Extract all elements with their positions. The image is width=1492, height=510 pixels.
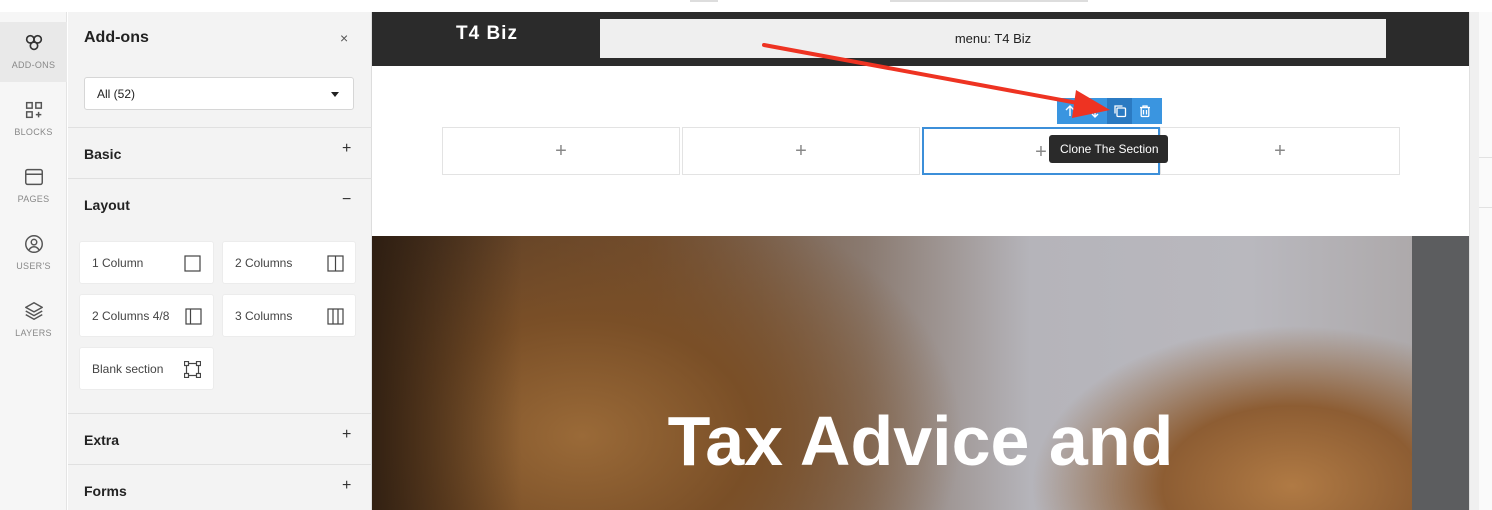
divider — [1479, 157, 1492, 158]
move-up-button[interactable] — [1057, 98, 1082, 124]
icon-rail: ADD-ONS BLOCKS PAGES USER'S LAYERS — [0, 12, 67, 510]
rail-item-addons[interactable]: ADD-ONS — [0, 22, 67, 82]
two-columns-icon — [327, 255, 344, 272]
rail-label: ADD-ONS — [11, 60, 56, 70]
move-button[interactable] — [1082, 98, 1107, 124]
trash-icon — [1139, 105, 1150, 118]
right-gutter — [1479, 12, 1492, 510]
add-element-icon: + — [1274, 140, 1286, 162]
expand-icon: + — [342, 140, 352, 157]
expand-icon: + — [342, 426, 352, 443]
addons-panel: Add-ons × All (52) Basic + Layout − 1 Co… — [68, 12, 372, 510]
category-name: Layout — [84, 197, 130, 213]
three-columns-icon — [327, 308, 344, 325]
category-basic[interactable]: Basic + — [68, 127, 372, 178]
layout-tile-2-columns[interactable]: 2 Columns — [222, 241, 356, 284]
category-name: Forms — [84, 483, 127, 499]
layout-tile-blank-section[interactable]: Blank section — [79, 347, 214, 390]
panel-title: Add-ons — [84, 29, 149, 46]
section-column[interactable]: + — [442, 127, 680, 175]
tile-label: 3 Columns — [235, 309, 293, 323]
category-name: Extra — [84, 432, 120, 448]
clone-section-button[interactable] — [1107, 98, 1132, 124]
rail-item-users[interactable]: USER'S — [0, 223, 67, 283]
rail-item-layers[interactable]: LAYERS — [0, 290, 67, 350]
hero-banner: Tax Advice and — [372, 236, 1469, 510]
tile-label: Blank section — [92, 362, 164, 376]
empty-section: + + + + — [442, 127, 1400, 175]
rail-item-pages[interactable]: PAGES — [0, 156, 67, 216]
add-element-icon: + — [555, 140, 567, 162]
blocks-icon — [25, 101, 42, 119]
category-extra[interactable]: Extra + — [68, 413, 372, 464]
top-strip — [0, 0, 1492, 12]
section-toolbar — [1057, 98, 1162, 124]
addon-filter-select[interactable]: All (52) — [84, 77, 354, 110]
add-element-icon: + — [795, 140, 807, 162]
close-icon[interactable]: × — [340, 30, 348, 46]
blank-section-icon — [184, 361, 201, 378]
top-strip-control — [690, 0, 718, 2]
divider — [1479, 207, 1492, 208]
menu-label: menu: T4 Biz — [954, 31, 1032, 46]
tile-label: 2 Columns 4/8 — [92, 309, 170, 323]
tile-label: 2 Columns — [235, 256, 293, 270]
category-forms[interactable]: Forms + — [68, 464, 372, 510]
tile-label: 1 Column — [92, 256, 144, 270]
clone-tooltip: Clone The Section — [1049, 135, 1168, 163]
addons-icon — [25, 34, 42, 51]
two-columns-4-8-icon — [185, 308, 202, 325]
hero-title: Tax Advice and — [667, 402, 1174, 480]
layers-icon — [24, 302, 43, 320]
layout-tile-1-column[interactable]: 1 Column — [79, 241, 214, 284]
rail-label: PAGES — [17, 194, 50, 204]
top-strip-control — [890, 0, 1088, 2]
collapse-icon: − — [342, 191, 352, 208]
delete-section-button[interactable] — [1132, 98, 1157, 124]
rail-item-blocks[interactable]: BLOCKS — [0, 89, 67, 149]
user-icon — [24, 235, 43, 253]
section-column[interactable]: + — [682, 127, 920, 175]
arrow-up-icon — [1065, 105, 1074, 116]
chevron-down-icon — [331, 92, 339, 97]
pages-icon — [24, 168, 43, 186]
category-layout[interactable]: Layout − — [68, 178, 372, 229]
move-icon — [1091, 104, 1098, 118]
layout-tile-3-columns[interactable]: 3 Columns — [222, 294, 356, 337]
filter-value: All (52) — [97, 87, 136, 101]
section-column[interactable]: + — [1160, 127, 1400, 175]
rail-label: USER'S — [16, 261, 51, 271]
canvas-scrollbar[interactable] — [1469, 12, 1479, 510]
layout-tile-2-columns-4-8[interactable]: 2 Columns 4/8 — [79, 294, 214, 337]
page-canvas: T4 Biz menu: T4 Biz + + + + Clone The Se… — [372, 12, 1469, 510]
category-name: Basic — [84, 146, 122, 162]
menu-placeholder[interactable]: menu: T4 Biz — [600, 19, 1386, 58]
site-logo[interactable]: T4 Biz — [456, 23, 518, 45]
rail-label: BLOCKS — [14, 127, 53, 137]
one-column-icon — [184, 255, 201, 272]
rail-label: LAYERS — [15, 328, 52, 338]
expand-icon: + — [342, 477, 352, 494]
site-header: T4 Biz menu: T4 Biz — [372, 12, 1469, 66]
copy-icon — [1113, 105, 1126, 118]
